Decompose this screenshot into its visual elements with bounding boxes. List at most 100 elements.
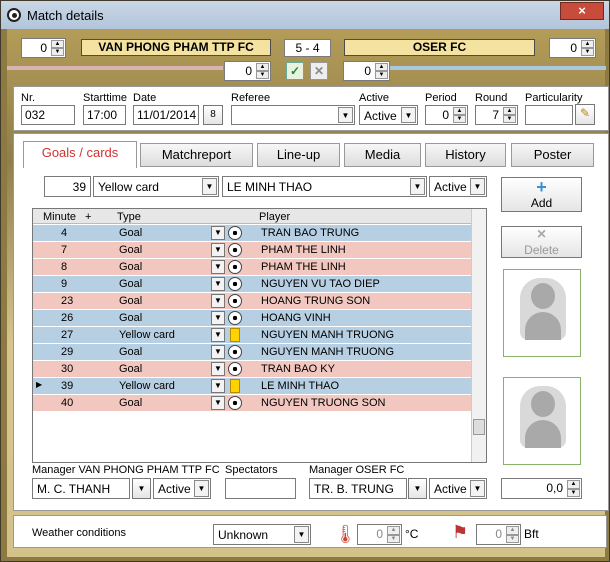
away-bar <box>390 66 606 70</box>
chevron-down-icon[interactable]: ▼ <box>211 396 225 410</box>
row-player: HOANG TRUNG SON <box>261 295 371 307</box>
round-label: Round <box>475 92 508 104</box>
pencil-icon[interactable]: ✎ <box>575 104 595 125</box>
delete-icon: × <box>536 226 547 243</box>
chevron-down-icon[interactable]: ▼ <box>211 294 225 308</box>
period-spin[interactable]: 0 ▲ ▼ <box>425 105 468 125</box>
row-minute: 29 <box>61 346 74 358</box>
away-right-spin[interactable]: 0 ▲ ▼ <box>549 38 596 58</box>
weather-label: Weather conditions <box>32 527 126 539</box>
table-row[interactable]: 7 Goal ▼ PHAM THE LINH <box>33 242 472 259</box>
starttime-field[interactable]: 17:00 <box>83 105 126 125</box>
table-row[interactable]: 9 Goal ▼ NGUYEN VU TAO DIEP <box>33 276 472 293</box>
tab-goals-cards[interactable]: Goals / cards <box>23 141 137 168</box>
particularity-field[interactable] <box>525 105 573 125</box>
tab-matchreport[interactable]: Matchreport <box>140 143 253 167</box>
temperature-spin[interactable]: 0 ▲ ▼ <box>357 524 402 545</box>
spectators-field[interactable] <box>225 478 296 499</box>
spectators-label: Spectators <box>225 464 278 476</box>
active-select[interactable]: Active ▼ <box>359 105 418 125</box>
chevron-down-icon[interactable]: ▼ <box>408 478 427 499</box>
chevron-down-icon[interactable]: ▼ <box>211 226 225 240</box>
away-player-photo <box>503 377 581 465</box>
confirm-icon[interactable]: ✓ <box>286 62 304 80</box>
minute-field[interactable]: 39 <box>44 176 91 197</box>
chevron-down-icon[interactable]: ▼ <box>211 277 225 291</box>
scroll-thumb[interactable] <box>473 419 485 435</box>
row-minute: 9 <box>61 278 68 290</box>
round-spin[interactable]: 7 ▲ ▼ <box>475 105 518 125</box>
away-manager-field[interactable]: TR. B. TRUNG <box>309 478 407 499</box>
event-status-select[interactable]: Active ▼ <box>429 176 487 197</box>
row-minute: 23 <box>61 295 74 307</box>
table-row[interactable]: 26 Goal ▼ HOANG VINH <box>33 310 472 327</box>
yellow-card-icon <box>230 379 240 393</box>
avatar-icon <box>520 278 566 340</box>
row-type: Goal <box>119 312 143 324</box>
chevron-down-icon[interactable]: ▼ <box>211 379 225 393</box>
ratio-spin[interactable]: 0,0 ▲ ▼ <box>501 478 582 499</box>
row-player: TRAN BAO KY <box>261 363 335 375</box>
tab-line-up[interactable]: Line-up <box>257 143 340 167</box>
period-label: Period <box>425 92 457 104</box>
away-extra-spin[interactable]: 0 ▲ ▼ <box>343 61 390 81</box>
row-minute: 30 <box>61 363 74 375</box>
delete-button[interactable]: × Delete <box>501 226 582 258</box>
row-player: NGUYEN MANH TRUONG <box>261 346 395 358</box>
add-label: Add <box>530 196 553 210</box>
row-player: PHAM THE LINH <box>261 244 346 256</box>
table-row[interactable]: 40 Goal ▼ NGUYEN TRUONG SON <box>33 395 472 412</box>
window-title: Match details <box>27 8 104 23</box>
chevron-down-icon[interactable]: ▼ <box>211 311 225 325</box>
table-row[interactable]: 27 Yellow card ▼ NGUYEN MANH TRUONG <box>33 327 472 344</box>
score-field[interactable]: 5 - 4 <box>284 39 331 57</box>
tab-media[interactable]: Media <box>344 143 421 167</box>
particularity-label: Particularity <box>525 92 583 104</box>
event-type-select[interactable]: Yellow card ▼ <box>93 176 219 197</box>
home-bar <box>7 66 223 70</box>
title-bar[interactable]: Match details × <box>1 1 609 29</box>
table-row[interactable]: 23 Goal ▼ HOANG TRUNG SON <box>33 293 472 310</box>
row-minute: 27 <box>61 329 74 341</box>
nr-field[interactable]: 032 <box>21 105 75 125</box>
chevron-down-icon[interactable]: ▼ <box>211 328 225 342</box>
table-row[interactable]: 30 Goal ▼ TRAN BAO KY <box>33 361 472 378</box>
row-type: Goal <box>119 363 143 375</box>
table-row[interactable]: 29 Goal ▼ NGUYEN MANH TRUONG <box>33 344 472 361</box>
chevron-down-icon[interactable]: ▼ <box>211 345 225 359</box>
table-row[interactable]: 8 Goal ▼ PHAM THE LINH <box>33 259 472 276</box>
ball-icon <box>228 362 242 376</box>
date-field[interactable]: 11/01/2014 <box>133 105 199 125</box>
home-left-spin[interactable]: 0 ▲ ▼ <box>21 38 66 58</box>
close-button[interactable]: × <box>560 2 604 20</box>
weather-select[interactable]: Unknown ▼ <box>213 524 311 545</box>
calendar-icon[interactable]: 8 <box>203 105 223 125</box>
home-manager-field[interactable]: M. C. THANH <box>32 478 130 499</box>
chevron-down-icon[interactable]: ▼ <box>211 260 225 274</box>
tab-poster[interactable]: Poster <box>511 143 594 167</box>
chevron-down-icon[interactable]: ▼ <box>211 362 225 376</box>
chevron-down-icon[interactable]: ▼ <box>211 243 225 257</box>
chevron-down-icon[interactable]: ▼ <box>132 478 151 499</box>
table-row[interactable]: 4 Goal ▼ TRAN BAO TRUNG <box>33 225 472 242</box>
player-select[interactable]: LE MINH THAO ▼ <box>222 176 427 197</box>
row-minute: 7 <box>61 244 68 256</box>
player-header: Player <box>259 211 291 223</box>
add-button[interactable]: + Add <box>501 177 582 212</box>
table-row-selected[interactable]: ▶ 39 Yellow card ▼ LE MINH THAO <box>33 378 472 395</box>
referee-select[interactable]: ▼ <box>231 105 355 125</box>
row-type: Goal <box>119 244 143 256</box>
row-player: PHAM THE LINH <box>261 261 346 273</box>
row-minute: 40 <box>61 397 74 409</box>
wind-spin[interactable]: 0 ▲ ▼ <box>476 524 521 545</box>
home-extra-spin[interactable]: 0 ▲ ▼ <box>224 61 271 81</box>
cancel-icon[interactable]: ✕ <box>310 62 328 80</box>
tab-history[interactable]: History <box>425 143 506 167</box>
events-grid[interactable]: Minute + Type Player 4 Goal ▼ TRAN BAO TRUN… <box>32 208 487 463</box>
ball-icon <box>228 345 242 359</box>
starttime-label: Starttime <box>83 92 128 104</box>
away-manager-status[interactable]: Active ▼ <box>429 478 487 499</box>
grid-scrollbar[interactable] <box>471 209 486 462</box>
row-minute: 39 <box>61 380 74 392</box>
home-manager-status[interactable]: Active ▼ <box>153 478 211 499</box>
